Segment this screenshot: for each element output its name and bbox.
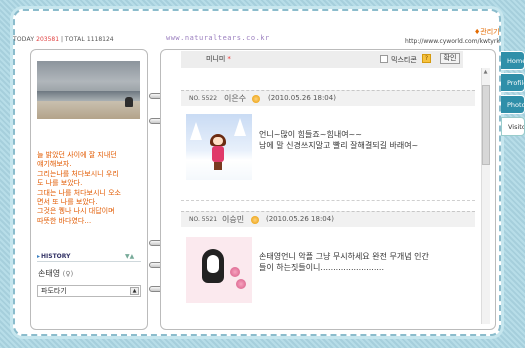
post-author[interactable]: 이은수 xyxy=(224,93,246,104)
post-message: 언니~많이 힘들죠~힘내여~~ 남에 말 신경쓰지말고 빨리 잘해결되길 바래여… xyxy=(259,130,419,150)
snow-tree xyxy=(190,122,202,140)
post-number: NO. 5522 xyxy=(189,95,217,102)
post-date: (2010.05.26 18:04) xyxy=(268,94,336,102)
post-number-value: 5522 xyxy=(201,95,218,102)
minimi-label: 미니미 xyxy=(206,55,226,63)
cyworld-url[interactable]: http://www.cyworld.com/kwtyrk xyxy=(405,38,500,45)
scream-mask xyxy=(202,249,224,283)
character-body xyxy=(212,146,224,162)
person-silhouette xyxy=(125,97,133,107)
counter-divider: | xyxy=(60,36,63,43)
tab-profile[interactable]: Profile xyxy=(501,73,525,92)
character-figure xyxy=(210,134,226,170)
confirm-button[interactable]: 확인 xyxy=(440,53,460,64)
history-toggle-icons[interactable]: ▼▲ xyxy=(125,253,134,260)
minimi-avatar xyxy=(186,114,252,180)
admin-label: 관리기 xyxy=(480,28,500,36)
owner-gender: (♀) xyxy=(62,270,74,278)
tab-home[interactable]: Home xyxy=(501,51,525,70)
post-number-label: NO. xyxy=(189,95,200,102)
surf-dropdown-value: 파도타기 xyxy=(41,287,67,295)
scrollbar-thumb[interactable] xyxy=(482,85,490,165)
tab-visitor[interactable]: Visitor xyxy=(501,117,525,136)
post-number-label: NO. xyxy=(189,216,200,223)
owner-name: 손태영 (♀) xyxy=(38,268,73,279)
admin-link[interactable]: ♦관리기 xyxy=(474,27,500,37)
post-author[interactable]: 이승민 xyxy=(222,214,244,225)
mixticon-label: 믹스티콘 xyxy=(391,56,417,64)
chevron-down-icon[interactable]: ▲ xyxy=(130,287,139,295)
flower-icon xyxy=(230,267,240,277)
character-face xyxy=(213,137,223,145)
flower-icon xyxy=(236,279,246,289)
home-icon[interactable] xyxy=(251,216,259,224)
character-legs xyxy=(214,162,222,170)
post-number-value: 5521 xyxy=(201,216,218,223)
post-divider xyxy=(181,200,475,201)
mask-face xyxy=(207,255,219,273)
help-icon[interactable]: ? xyxy=(422,54,431,63)
total-label: TOTAL xyxy=(64,36,85,43)
mixticon-checkbox[interactable] xyxy=(380,55,388,63)
history-header[interactable]: ▸HISTORY xyxy=(37,253,70,260)
today-label: TODAY xyxy=(13,36,35,43)
homepage-title[interactable]: www.naturaltears.co.kr xyxy=(166,34,270,42)
home-icon[interactable] xyxy=(252,95,260,103)
minimi-selector[interactable]: 미니미 * xyxy=(206,54,231,64)
owner-name-text: 손태영 xyxy=(38,269,61,278)
tab-photo[interactable]: Photo xyxy=(501,95,525,114)
triangle-right-icon: ▸ xyxy=(37,253,41,260)
history-label: HISTORY xyxy=(41,253,71,260)
post-number: NO. 5521 xyxy=(189,216,217,223)
profile-photo xyxy=(37,61,140,119)
snow-tree xyxy=(234,118,246,136)
scroll-up-icon[interactable]: ▲ xyxy=(481,69,490,77)
minimi-avatar xyxy=(186,237,252,303)
post-message: 손태영언니 악플 그냥 무시하세요 완전 무개념 인간 들이 하는짓들이니...… xyxy=(259,252,429,272)
asterisk-icon: * xyxy=(227,55,231,63)
divider xyxy=(37,261,141,262)
surf-dropdown[interactable]: 파도타기 ▲ xyxy=(37,285,141,297)
profile-intro: 늘 밝았던 사이에 잘 지내던 얘기해보자. 그리는나를 처다보시니 우리 도 … xyxy=(37,151,121,225)
today-count: 203581 xyxy=(36,36,60,43)
post-date: (2010.05.26 18:04) xyxy=(266,215,334,223)
total-count: 1118124 xyxy=(86,36,114,43)
visit-counter: TODAY 203581 | TOTAL 1118124 xyxy=(13,36,114,43)
